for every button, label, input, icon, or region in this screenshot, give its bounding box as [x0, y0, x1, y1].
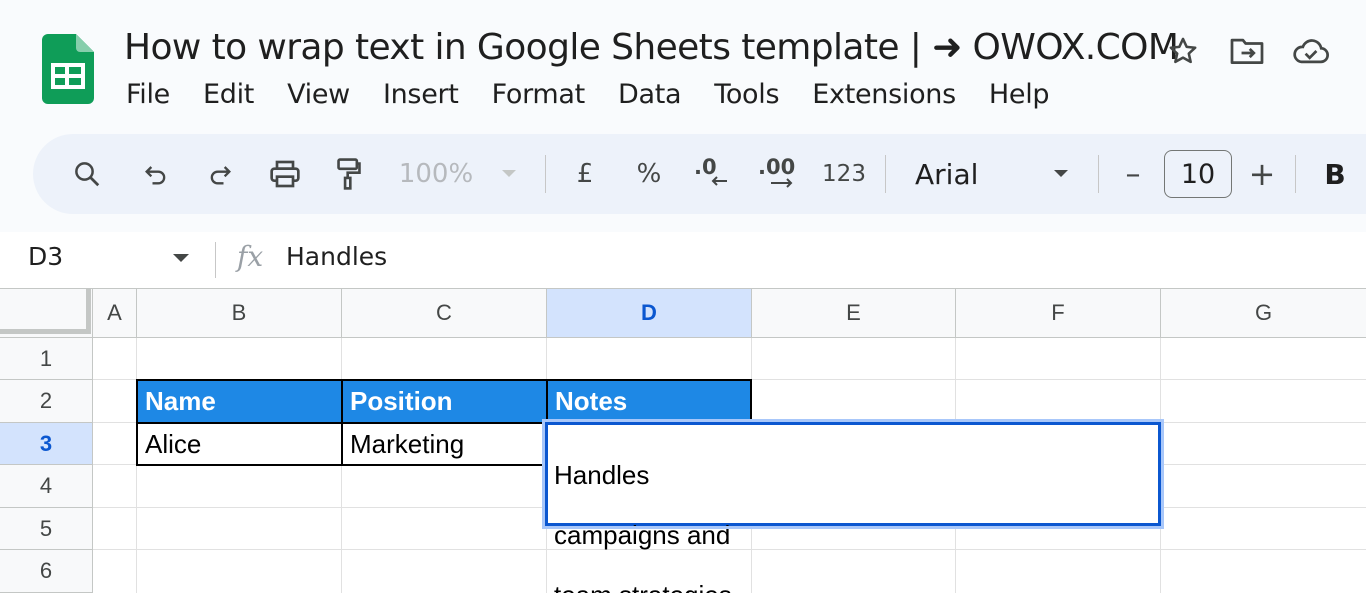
svg-text:.0: .0 — [694, 156, 717, 179]
active-cell-line: team strategies. — [554, 580, 1152, 593]
font-chevron-down-icon[interactable] — [1051, 134, 1071, 214]
row-header-4[interactable]: 4 — [0, 465, 93, 508]
undo-icon[interactable] — [136, 134, 176, 214]
freeze-row-handle[interactable] — [0, 329, 86, 334]
toolbar-divider — [885, 155, 886, 193]
formula-bar: D3 fx Handles — [0, 232, 1366, 289]
freeze-column-handle[interactable] — [86, 289, 91, 334]
active-cell-line: Handles — [554, 460, 650, 490]
name-box-chevron-down-icon[interactable] — [173, 254, 189, 262]
svg-text:.00: .00 — [758, 156, 795, 179]
toolbar-divider — [1098, 155, 1099, 193]
menu-tools[interactable]: Tools — [714, 78, 779, 112]
star-icon[interactable] — [1164, 32, 1202, 70]
formula-divider — [215, 242, 216, 278]
column-header-g[interactable]: G — [1161, 289, 1366, 338]
percent-format-button[interactable]: % — [631, 134, 667, 214]
menu-bar: File Edit View Insert Format Data Tools … — [126, 78, 1082, 112]
name-box[interactable]: D3 — [28, 242, 63, 271]
font-family-select[interactable]: Arial — [915, 134, 995, 214]
cell-d2[interactable]: Notes — [546, 379, 752, 424]
column-header-b[interactable]: B — [137, 289, 342, 338]
cell-c2[interactable]: Position — [341, 379, 548, 424]
title-actions — [1164, 32, 1356, 70]
menu-insert[interactable]: Insert — [383, 78, 459, 112]
zoom-select[interactable]: 100% — [396, 134, 476, 214]
paint-format-icon[interactable] — [329, 134, 369, 214]
row-header-3[interactable]: 3 — [0, 423, 93, 465]
menu-edit[interactable]: Edit — [203, 78, 254, 112]
toolbar-divider — [545, 155, 546, 193]
column-header-f[interactable]: F — [956, 289, 1161, 338]
decrease-decimals-button[interactable]: .0 — [691, 134, 731, 214]
move-to-folder-icon[interactable] — [1228, 32, 1266, 70]
decrease-font-size-button[interactable]: – — [1119, 134, 1147, 214]
bold-button[interactable]: B — [1320, 134, 1350, 214]
column-header-c[interactable]: C — [342, 289, 547, 338]
zoom-chevron-down-icon[interactable] — [499, 134, 519, 214]
select-all-corner[interactable] — [0, 289, 93, 338]
cloud-status-icon[interactable] — [1292, 32, 1330, 70]
menu-view[interactable]: View — [287, 78, 350, 112]
font-size-input[interactable]: 10 — [1164, 150, 1232, 198]
app-header: How to wrap text in Google Sheets templa… — [0, 0, 1366, 232]
active-cell-editor[interactable]: Handles campaigns and team strategies. — [542, 419, 1164, 593]
menu-data[interactable]: Data — [618, 78, 682, 112]
menu-extensions[interactable]: Extensions — [812, 78, 956, 112]
increase-decimals-button[interactable]: .00 — [755, 134, 801, 214]
row-header-5[interactable]: 5 — [0, 508, 93, 550]
currency-format-button[interactable]: £ — [570, 134, 600, 214]
toolbar-divider — [1295, 155, 1296, 193]
column-header-e[interactable]: E — [752, 289, 956, 338]
formula-input[interactable]: Handles — [286, 242, 387, 271]
row-header-6[interactable]: 6 — [0, 550, 93, 593]
row-header-2[interactable]: 2 — [0, 380, 93, 423]
column-header-a[interactable]: A — [93, 289, 137, 338]
redo-icon[interactable] — [200, 134, 240, 214]
menu-file[interactable]: File — [126, 78, 170, 112]
function-icon: fx — [237, 240, 264, 273]
cell-b3[interactable]: Alice — [136, 422, 343, 466]
cell-b2[interactable]: Name — [136, 379, 343, 424]
cell-c3[interactable]: Marketing — [341, 422, 548, 466]
menu-format[interactable]: Format — [492, 78, 586, 112]
toolbar: 100% £ % .0 .00 123 Arial – 10 + B — [33, 134, 1366, 214]
active-cell-line: campaigns and — [554, 520, 731, 550]
sheets-logo-icon[interactable] — [42, 34, 94, 104]
search-menus-icon[interactable] — [67, 134, 107, 214]
more-formats-button[interactable]: 123 — [821, 134, 867, 214]
increase-font-size-button[interactable]: + — [1248, 134, 1276, 214]
document-title[interactable]: How to wrap text in Google Sheets templa… — [124, 27, 1179, 69]
print-icon[interactable] — [265, 134, 305, 214]
row-header-1[interactable]: 1 — [0, 338, 93, 380]
column-header-d[interactable]: D — [547, 289, 752, 338]
menu-help[interactable]: Help — [989, 78, 1050, 112]
